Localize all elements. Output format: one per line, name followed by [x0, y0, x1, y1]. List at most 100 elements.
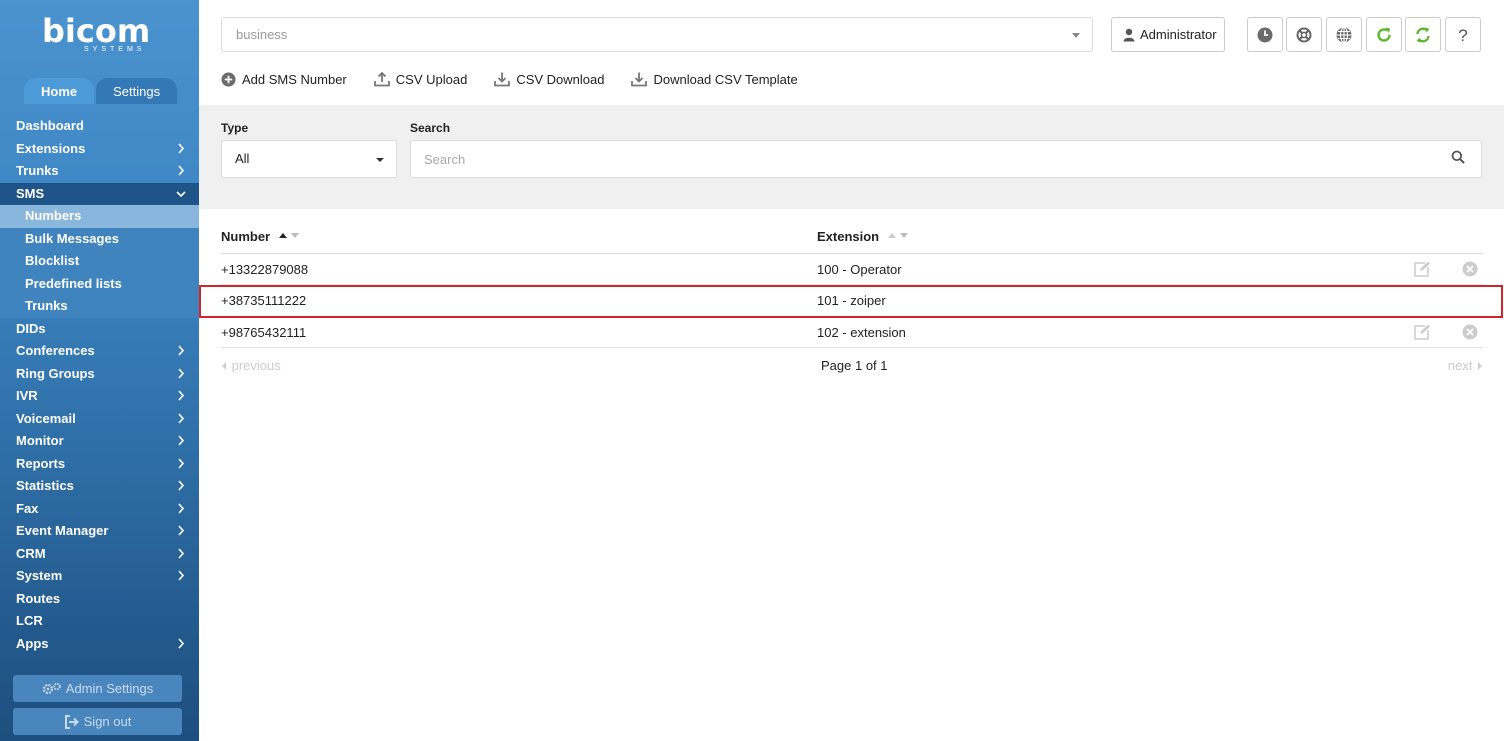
filter-panel: Type Search All — [199, 105, 1504, 209]
sidebar: bicom SYSTEMS Home Settings Dashboard Ex… — [0, 0, 199, 741]
chevron-right-icon — [178, 435, 185, 446]
chevron-right-icon — [178, 547, 185, 559]
table-row[interactable]: +98765432111 102 - extension — [221, 317, 1483, 348]
sidebar-item-crm[interactable]: CRM — [0, 543, 199, 566]
search-icon — [1451, 150, 1465, 164]
number-cell: +98765432111 — [221, 325, 307, 340]
next-page-link[interactable]: next — [1448, 358, 1483, 373]
caret-down-icon — [1072, 33, 1080, 38]
lifebuoy-icon — [1296, 27, 1312, 42]
sidebar-item-apps[interactable]: Apps — [0, 633, 199, 656]
sidebar-item-voicemail[interactable]: Voicemail — [0, 408, 199, 431]
sidebar-item-label: Trunks — [16, 163, 59, 178]
upload-icon — [373, 71, 390, 87]
user-menu-button[interactable]: Administrator — [1111, 17, 1225, 52]
sidebar-item-system[interactable]: System — [0, 565, 199, 588]
delete-icon[interactable] — [1462, 261, 1478, 277]
sidebar-item-reports[interactable]: Reports — [0, 453, 199, 476]
column-header-extension[interactable]: Extension — [817, 229, 909, 244]
sidebar-item-label: Ring Groups — [16, 365, 95, 381]
sidebar-item-extensions[interactable]: Extensions — [0, 138, 199, 161]
sidebar-item-monitor[interactable]: Monitor — [0, 430, 199, 453]
sidebar-item-ivr[interactable]: IVR — [0, 385, 199, 408]
table-row-highlighted[interactable]: +38735111222 101 - zoiper — [199, 285, 1503, 318]
business-select[interactable]: business — [221, 17, 1093, 52]
sidebar-item-conferences[interactable]: Conferences — [0, 340, 199, 363]
sidebar-subitem-sms-trunks[interactable]: Trunks — [0, 295, 199, 318]
sidebar-item-fax[interactable]: Fax — [0, 498, 199, 521]
sidebar-subitem-predefined-lists[interactable]: Predefined lists — [0, 273, 199, 296]
sidebar-item-label: Apps — [16, 635, 49, 651]
sidebar-subitem-blocklist[interactable]: Blocklist — [0, 250, 199, 273]
action-toolbar: Add SMS Number CSV Upload CSV Download D… — [221, 70, 825, 88]
caret-down-icon — [376, 158, 384, 162]
tab-settings[interactable]: Settings — [96, 78, 178, 104]
number-cell: +38735111222 — [221, 293, 307, 308]
chevron-right-icon — [178, 502, 185, 514]
sync-button[interactable] — [1405, 17, 1441, 52]
sidebar-item-sms[interactable]: SMS — [0, 182, 199, 205]
pagination: previous Page 1 of 1 next — [221, 357, 1483, 375]
sidebar-item-lcr[interactable]: LCR — [0, 610, 199, 633]
bicom-logo[interactable]: bicom SYSTEMS — [42, 12, 158, 56]
column-header-number[interactable]: Number — [221, 229, 300, 244]
delete-icon[interactable] — [1462, 324, 1478, 340]
tab-home[interactable]: Home — [24, 78, 95, 104]
plus-circle-icon — [221, 72, 236, 86]
history-button[interactable] — [1247, 17, 1283, 52]
sidebar-nav: Dashboard Extensions Trunks SMS Numbers … — [0, 115, 199, 655]
next-page-label: next — [1447, 358, 1473, 373]
sidebar-item-ring-groups[interactable]: Ring Groups — [0, 363, 199, 386]
refresh-button[interactable] — [1366, 17, 1402, 52]
sidebar-item-label: Conferences — [16, 343, 95, 358]
table-row[interactable]: +13322879088 100 - Operator — [221, 254, 1483, 285]
sidebar-item-label: System — [16, 568, 63, 583]
add-sms-number-button[interactable]: Add SMS Number — [221, 70, 347, 88]
admin-settings-label: Admin Settings — [65, 681, 154, 696]
type-select[interactable]: All — [221, 140, 397, 178]
sidebar-item-label: Voicemail — [16, 410, 76, 426]
column-header-label: Number — [221, 229, 271, 244]
sidebar-item-label: SMS — [16, 185, 45, 201]
download-csv-template-button[interactable]: Download CSV Template — [631, 70, 798, 88]
help-button[interactable]: ? — [1445, 17, 1481, 52]
sign-out-icon — [64, 715, 79, 729]
sidebar-item-label: Fax — [16, 500, 39, 516]
sidebar-subitem-numbers[interactable]: Numbers — [0, 205, 199, 228]
clock-icon — [1257, 27, 1273, 42]
chevron-right-icon — [178, 637, 185, 649]
sidebar-subitem-bulk-messages[interactable]: Bulk Messages — [0, 228, 199, 251]
sidebar-item-event-manager[interactable]: Event Manager — [0, 520, 199, 543]
download-csv-template-label: Download CSV Template — [653, 71, 798, 87]
table-header: Number Extension — [221, 228, 1483, 254]
sign-out-button[interactable]: Sign out — [13, 708, 182, 735]
sync-icon — [1416, 27, 1430, 42]
chevron-right-icon — [178, 165, 185, 176]
help-support-button[interactable] — [1286, 17, 1322, 52]
csv-upload-button[interactable]: CSV Upload — [373, 70, 467, 88]
column-header-label: Extension — [817, 229, 880, 244]
sidebar-item-label: Extensions — [16, 140, 86, 156]
search-input[interactable] — [410, 140, 1482, 178]
sidebar-item-dids[interactable]: DIDs — [0, 318, 199, 341]
sidebar-item-trunks[interactable]: Trunks — [0, 160, 199, 183]
gears-icon — [42, 682, 61, 695]
extension-cell: 101 - zoiper — [817, 293, 886, 308]
sidebar-item-statistics[interactable]: Statistics — [0, 475, 199, 498]
previous-page-link[interactable]: previous — [221, 358, 281, 373]
sidebar-item-label: DIDs — [16, 320, 46, 336]
logo-wordmark: bicom — [42, 12, 151, 50]
sidebar-item-dashboard[interactable]: Dashboard — [0, 115, 199, 138]
sidebar-item-routes[interactable]: Routes — [0, 588, 199, 611]
edit-icon[interactable] — [1413, 261, 1431, 277]
chevron-right-icon — [178, 525, 185, 536]
csv-download-button[interactable]: CSV Download — [494, 70, 604, 88]
chevron-right-icon — [178, 570, 185, 581]
chevron-right-icon — [178, 412, 185, 424]
admin-settings-button[interactable]: Admin Settings — [13, 675, 182, 702]
chevron-right-icon — [178, 480, 185, 491]
language-button[interactable] — [1326, 17, 1362, 52]
logo-subtext: SYSTEMS — [84, 46, 146, 53]
edit-icon[interactable] — [1413, 324, 1431, 340]
chevron-right-icon — [178, 390, 185, 401]
